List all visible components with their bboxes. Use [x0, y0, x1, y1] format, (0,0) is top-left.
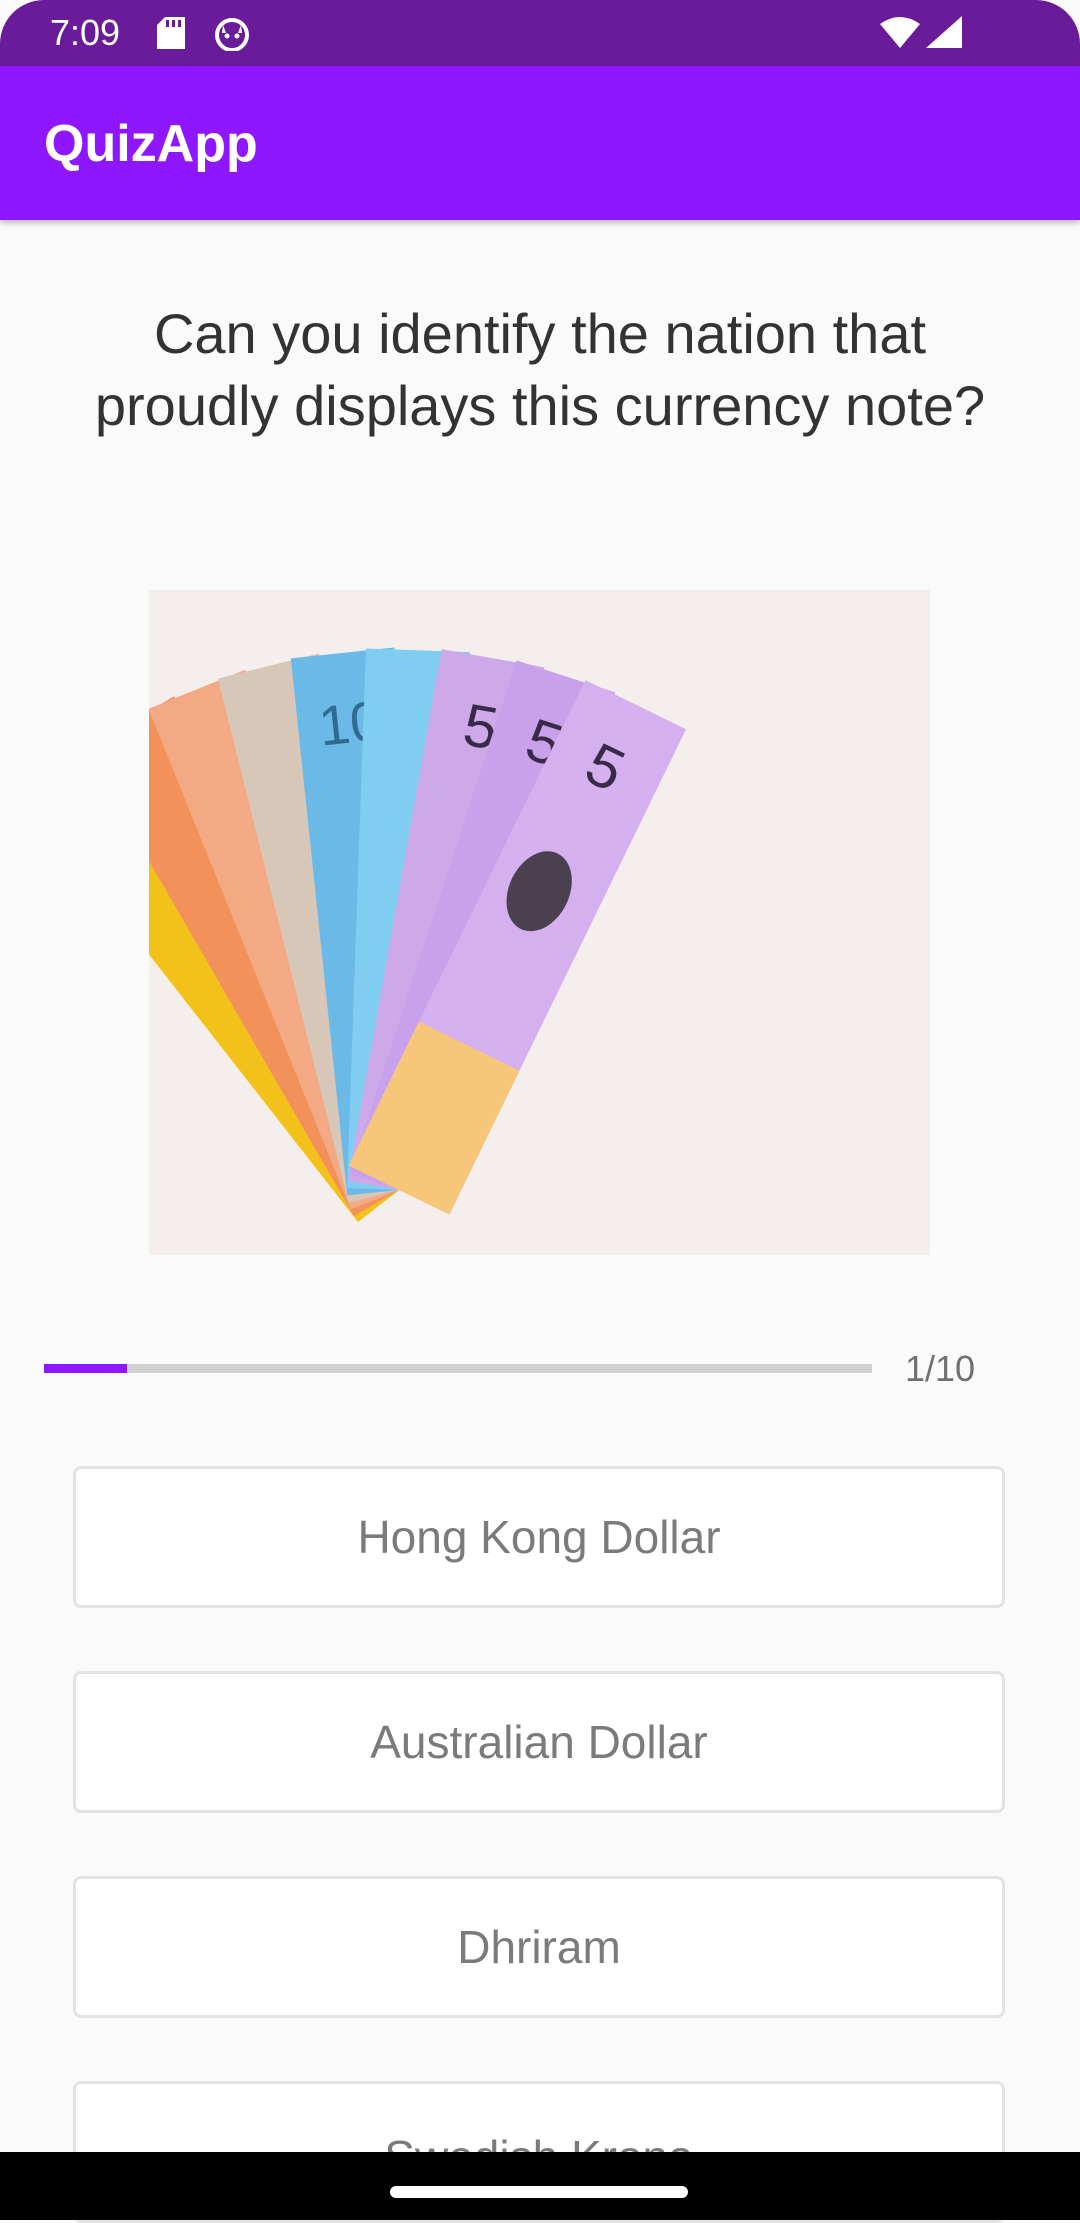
question-text: Can you identify the nation that proudly… — [94, 302, 986, 437]
status-bar: 7:09 — [0, 0, 1080, 66]
home-gesture-handle[interactable] — [390, 2186, 688, 2198]
cat-notification-icon — [214, 17, 250, 56]
app-bar: QuizApp — [0, 66, 1080, 220]
sd-card-icon — [157, 17, 185, 54]
progress-counter: 1/10 — [905, 1348, 976, 1389]
app-title: QuizApp — [44, 115, 258, 173]
answer-option-2[interactable]: Australian Dollar — [73, 1671, 1005, 1813]
quiz-progress-bar — [44, 1364, 872, 1373]
cell-signal-icon — [926, 16, 962, 53]
system-navigation-bar — [0, 2152, 1080, 2220]
quiz-progress-fill — [44, 1364, 127, 1373]
wifi-icon — [880, 16, 920, 53]
answer-option-1[interactable]: Hong Kong Dollar — [73, 1466, 1005, 1608]
answer-option-3[interactable]: Dhriram — [73, 1876, 1005, 2018]
currency-note-image: 50 10 5 5 — [149, 590, 930, 1255]
status-time: 7:09 — [50, 12, 121, 53]
